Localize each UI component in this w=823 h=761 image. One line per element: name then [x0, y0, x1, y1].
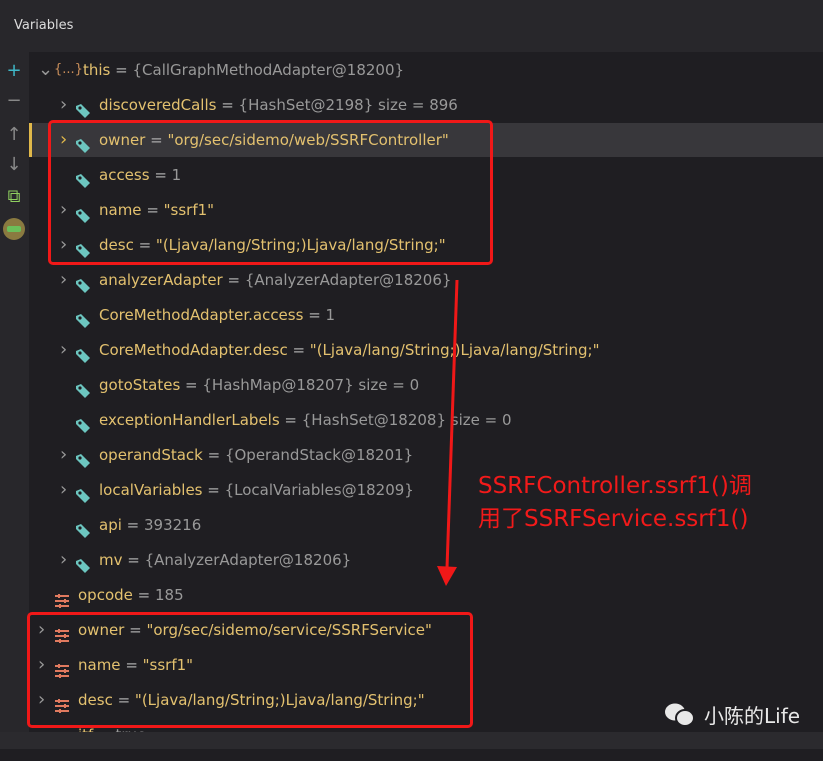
- watermark: 小陈的Life: [664, 700, 800, 729]
- annotation-line-2: 用了SSRFService.ssrf1(): [478, 506, 749, 532]
- watermark-text: 小陈的Life: [704, 704, 801, 728]
- annotation-line-1: SSRFController.ssrf1()调: [478, 473, 752, 499]
- annotation-arrow: [437, 279, 459, 586]
- annotation-text: SSRFController.ssrf1()调 用了SSRFService.ssr…: [478, 470, 752, 536]
- wechat-icon: [665, 703, 695, 727]
